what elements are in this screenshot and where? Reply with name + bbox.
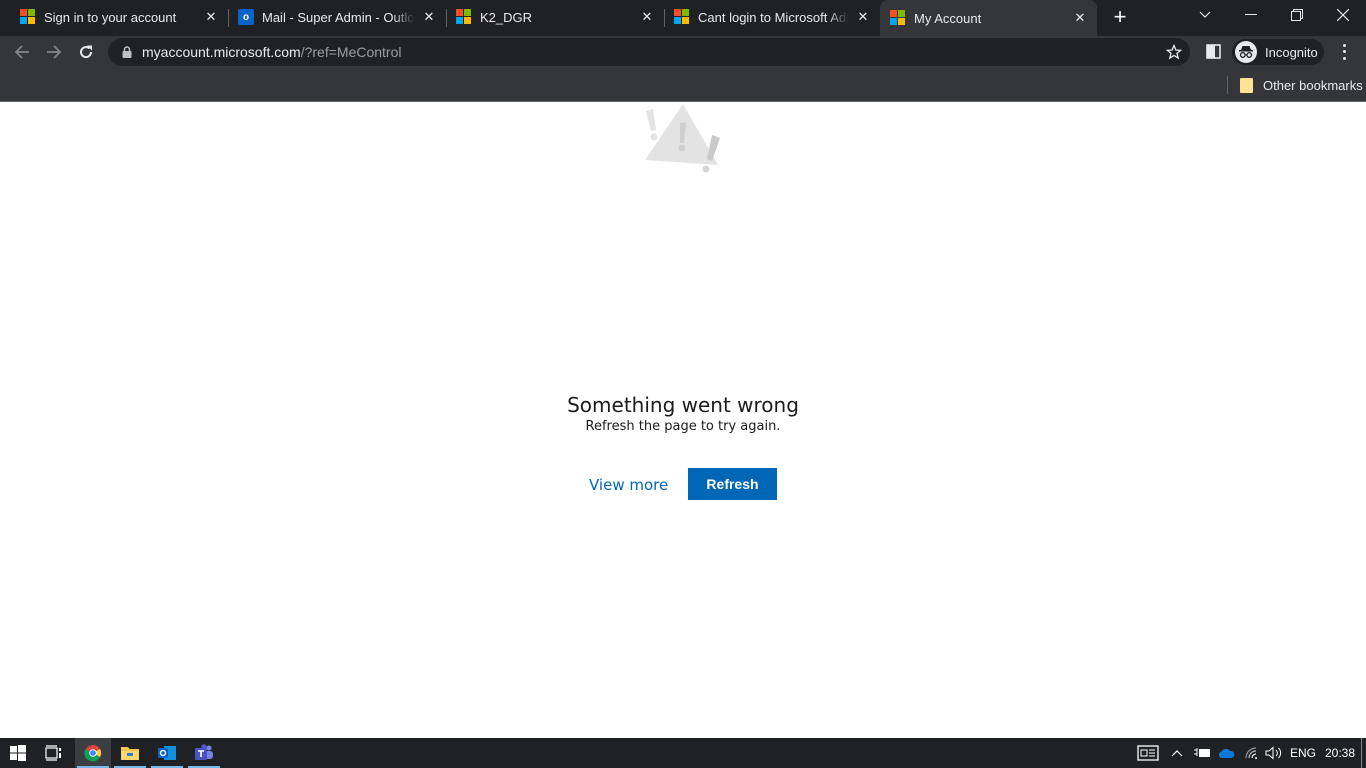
teams-icon (195, 744, 213, 760)
tab-title: Mail - Super Admin - Outlook (262, 9, 415, 25)
microsoft-logo-icon (674, 9, 690, 25)
url-text[interactable]: myaccount.microsoft.com/?ref=MeControl (142, 44, 402, 60)
page-content: Something went wrong Refresh the page to… (0, 103, 1366, 738)
bookmarks-bar: Other bookmarks (0, 68, 1366, 102)
chevron-down-icon (1199, 11, 1211, 18)
speaker-icon (1265, 746, 1282, 760)
outlook-icon: o (238, 9, 254, 25)
bookmark-star-icon[interactable] (1166, 44, 1182, 60)
taskbar-chrome[interactable] (75, 738, 111, 768)
minimize-button[interactable] (1228, 0, 1274, 30)
close-tab-icon[interactable]: ✕ (421, 9, 437, 25)
taskbar-outlook[interactable] (149, 738, 185, 768)
task-view-icon (45, 745, 61, 761)
address-bar[interactable]: myaccount.microsoft.com/?ref=MeControl (108, 38, 1190, 66)
show-hidden-icons-button[interactable] (1168, 738, 1186, 768)
power-status[interactable] (1190, 738, 1214, 768)
arrow-right-icon (47, 45, 62, 59)
other-bookmarks-button[interactable]: Other bookmarks (1240, 75, 1363, 95)
reload-button[interactable] (74, 40, 98, 64)
minimize-icon (1245, 14, 1257, 15)
microsoft-logo-icon (456, 9, 472, 25)
start-button[interactable] (0, 738, 36, 768)
arrow-left-icon (14, 45, 29, 59)
chrome-icon (84, 745, 102, 762)
language-indicator[interactable]: ENG (1288, 738, 1318, 768)
taskbar-teams[interactable] (186, 738, 222, 768)
incognito-profile-button[interactable]: Incognito (1232, 39, 1324, 65)
lock-icon[interactable] (120, 45, 134, 59)
browser-menu-button[interactable] (1336, 42, 1352, 62)
incognito-icon (1235, 41, 1257, 63)
back-button[interactable] (10, 40, 34, 64)
warning-triangle-icon (645, 104, 720, 173)
volume-button[interactable] (1262, 738, 1286, 768)
restore-icon (1291, 9, 1303, 21)
battery-charging-icon (1194, 748, 1210, 757)
tab-k2-dgr[interactable]: K2_DGR ✕ (436, 0, 665, 34)
url-domain: myaccount.microsoft.com (142, 44, 301, 60)
news-icon (1137, 745, 1159, 761)
show-desktop-button[interactable] (1361, 738, 1362, 768)
file-explorer-icon (121, 747, 139, 760)
restore-button[interactable] (1274, 0, 1320, 30)
tab-strip: Sign in to your account ✕ o Mail - Super… (0, 0, 1366, 36)
other-bookmarks-label: Other bookmarks (1263, 77, 1363, 93)
close-tab-icon[interactable]: ✕ (203, 9, 219, 25)
refresh-button[interactable]: Refresh (688, 468, 777, 500)
tab-outlook-mail[interactable]: o Mail - Super Admin - Outlook ✕ (218, 0, 447, 34)
network-button[interactable] (1240, 738, 1262, 768)
close-tab-icon[interactable]: ✕ (855, 9, 871, 25)
profile-label: Incognito (1265, 44, 1318, 60)
error-subtitle: Refresh the page to try again. (585, 419, 781, 434)
bookmarks-separator (1227, 76, 1228, 94)
tab-sign-in[interactable]: Sign in to your account ✕ (0, 0, 229, 34)
tab-my-account[interactable]: My Account ✕ (880, 0, 1097, 36)
windows-taskbar: ENG 20:38 (0, 738, 1366, 768)
tab-title: Cant login to Microsoft Admin (698, 9, 849, 25)
task-view-button[interactable] (36, 738, 72, 768)
microsoft-logo-icon (20, 9, 36, 25)
tab-cant-login[interactable]: Cant login to Microsoft Admin ✕ (654, 0, 880, 34)
tab-title: Sign in to your account (44, 9, 177, 25)
reload-icon (80, 45, 93, 59)
wifi-icon (1245, 747, 1257, 759)
outlook-icon (158, 746, 176, 760)
tab-title: K2_DGR (480, 9, 533, 25)
onedrive-button[interactable] (1214, 738, 1238, 768)
news-widget-button[interactable] (1134, 738, 1162, 768)
clock[interactable]: 20:38 (1322, 738, 1358, 768)
windows-logo-icon (10, 745, 26, 761)
new-tab-button[interactable]: + (1108, 6, 1132, 30)
error-title: Something went wrong (567, 393, 799, 417)
close-icon (1337, 9, 1349, 21)
microsoft-logo-icon (890, 10, 906, 26)
view-more-link[interactable]: View more (589, 476, 668, 494)
close-window-button[interactable] (1320, 0, 1366, 30)
close-tab-icon[interactable]: ✕ (1072, 10, 1088, 26)
chevron-up-icon (1171, 750, 1183, 757)
url-path: /?ref=MeControl (300, 44, 402, 60)
forward-button[interactable] (42, 40, 66, 64)
side-panel-icon[interactable] (1206, 44, 1221, 59)
tab-title: My Account (914, 10, 982, 26)
onedrive-cloud-icon (1219, 748, 1235, 758)
taskbar-file-explorer[interactable] (112, 738, 148, 768)
close-tab-icon[interactable]: ✕ (639, 9, 655, 25)
browser-toolbar: myaccount.microsoft.com/?ref=MeControl I… (0, 36, 1366, 68)
folder-icon (1240, 77, 1253, 93)
tab-search-button[interactable] (1182, 0, 1228, 30)
